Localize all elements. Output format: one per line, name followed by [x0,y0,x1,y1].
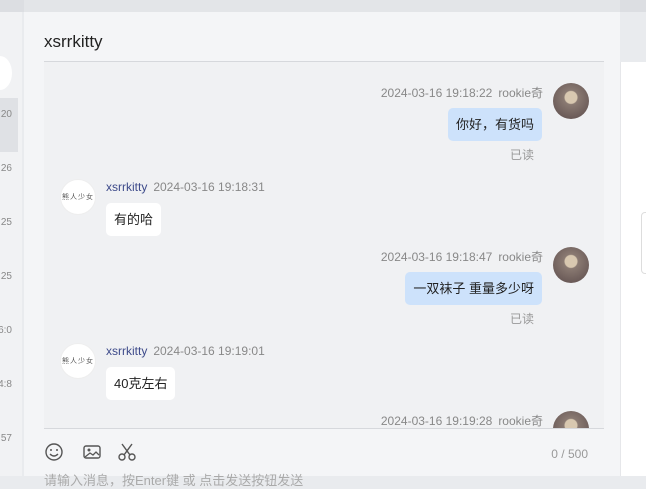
emoji-icon[interactable] [44,442,64,462]
input-toolbar: 0 / 500 [44,428,604,462]
char-counter: 0 / 500 [551,447,588,461]
message-meta: 2024-03-16 19:18:47 rookie奇 [381,248,543,265]
message-time: 2024-03-16 19:19:01 [153,344,265,358]
conversation-time: 26 [0,163,12,174]
scissors-icon[interactable] [117,442,137,462]
conversation-time: 20 [0,109,12,120]
message-meta: 2024-03-16 19:19:28 rookie奇 [381,412,543,428]
conversation-avatar[interactable] [0,56,12,90]
message-time: 2024-03-16 19:18:22 [380,86,493,100]
read-status: 已读 [509,148,534,162]
conversation-time: 25 [0,217,12,228]
message-bubble[interactable]: 有的哈 [106,203,162,236]
sender-name[interactable]: xsrrkitty [106,180,147,194]
message-bubble[interactable]: 一双袜子 重量多少呀 [405,272,542,305]
avatar[interactable] [553,83,589,119]
sender-name: rookie奇 [498,86,543,100]
chat-title: xsrrkitty [44,32,103,51]
conversation-item[interactable]: 4:8 [0,368,18,422]
message-time: 2024-03-16 19:19:28 [380,414,493,428]
window-top-bar [0,0,646,12]
conversation-item[interactable]: 25 [0,206,18,260]
avatar[interactable] [553,411,589,428]
right-side-panel [620,62,646,476]
conversation-item[interactable]: 6:0 [0,314,18,368]
conversation-item[interactable]: 20 [0,98,18,152]
message-time: 2024-03-16 19:18:47 [380,250,493,264]
conversation-item[interactable]: 25 [0,260,18,314]
conversation-item[interactable]: 26 [0,152,18,206]
sender-name: rookie奇 [498,414,543,428]
message-bubble[interactable]: 你好，有货吗 [447,108,542,141]
conversation-time: 57 [0,433,12,444]
message-meta: xsrrkitty 2024-03-16 19:18:31 [106,180,265,194]
avatar-logo-text: 熊人少女 [62,193,94,201]
side-card[interactable] [641,212,646,274]
message-list[interactable]: 2024-03-16 19:18:22 rookie奇 你好，有货吗 已读 熊人少… [44,62,604,428]
image-icon[interactable] [82,442,102,462]
read-status: 已读 [509,312,534,326]
message-meta: xsrrkitty 2024-03-16 19:19:01 [106,344,265,358]
message-bubble[interactable]: 40克左右 [106,367,176,400]
conversation-time: 6:0 [0,325,12,336]
conversation-time: 4:8 [0,379,12,390]
conversation-list[interactable]: 20 26 25 25 6:0 4:8 57 [0,12,22,476]
message-meta: 2024-03-16 19:18:22 rookie奇 [381,84,543,101]
avatar[interactable] [553,247,589,283]
conversation-item[interactable]: 57 [0,422,18,476]
sender-name[interactable]: xsrrkitty [106,344,147,358]
sender-name: rookie奇 [498,250,543,264]
message-input[interactable]: 请输入消息，按Enter键 或 点击发送按钮发送 [44,470,303,489]
conversation-time: 25 [0,271,12,282]
avatar-logo-text: 熊人少女 [62,357,94,365]
avatar[interactable]: 熊人少女 [60,179,96,215]
chat-window: xsrrkitty 2024-03-16 19:18:22 rookie奇 你好，… [24,12,620,488]
message-time: 2024-03-16 19:18:31 [153,180,265,194]
avatar[interactable]: 熊人少女 [60,343,96,379]
